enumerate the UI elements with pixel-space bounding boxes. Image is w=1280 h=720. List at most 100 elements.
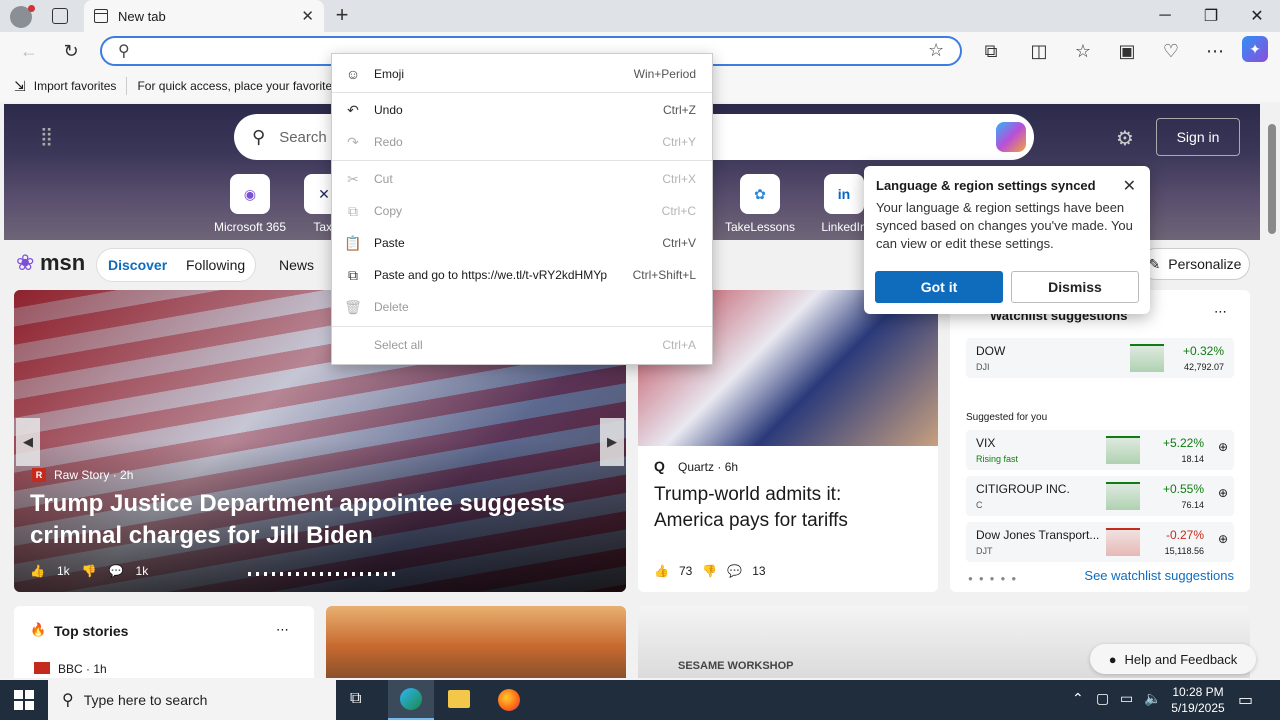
watchlist-card: Watchlist suggestions ⋯ DOW DJI +0.32% 4… [950, 290, 1250, 592]
add-stock-icon[interactable]: ⊕ [1218, 532, 1228, 546]
tab-news[interactable]: News [279, 257, 314, 273]
watchlist-row[interactable]: DOW DJI +0.32% 42,792.07 [966, 338, 1234, 378]
scrollbar-thumb[interactable] [1268, 124, 1276, 234]
firefox-icon[interactable] [498, 689, 520, 711]
favorites-icon[interactable]: ☆ [1068, 36, 1098, 66]
back-icon[interactable]: ← [14, 36, 44, 66]
dislike-icon[interactable]: 👎 [82, 564, 97, 578]
volume-icon[interactable]: 🔈 [1144, 690, 1161, 707]
menu-item-select-all: Select all Ctrl+A [332, 330, 712, 360]
menu-item-undo[interactable]: ↶ Undo Ctrl+Z [332, 95, 712, 125]
copilot-search-icon[interactable] [996, 122, 1026, 152]
watchlist-more-icon[interactable]: ⋯ [1214, 304, 1227, 320]
taskbar: ⚲ Type here to search ⧉ ⌃ ▢ ▭ 🔈 10:28 PM… [0, 680, 1280, 720]
watchlist-row[interactable]: CITIGROUP INC. C +0.55% 76.14 ⊕ [966, 476, 1234, 516]
menu-item-shortcut: Ctrl+Y [662, 135, 696, 149]
tab-new-tab[interactable]: New tab ✕ [84, 0, 324, 32]
comment-icon[interactable]: 💬 [109, 564, 124, 578]
taskbar-search-box[interactable]: ⚲ Type here to search [48, 680, 336, 720]
notifications-icon[interactable]: ▭ [1238, 690, 1253, 710]
task-view-icon[interactable]: ⧉ [350, 690, 361, 708]
tab-following[interactable]: Following [186, 257, 245, 273]
new-tab-button[interactable]: + [330, 2, 354, 28]
story-source: Raw Story · 2h [54, 468, 134, 482]
menu-item-paste-and-go[interactable]: ⧉ Paste and go to https://we.tl/t-vRY2kd… [332, 260, 712, 290]
network-icon[interactable]: ▭ [1120, 690, 1133, 707]
close-tab-icon[interactable]: ✕ [301, 7, 314, 25]
edge-taskbar-icon[interactable] [388, 680, 434, 720]
copilot-icon[interactable]: ✦ [1242, 36, 1268, 62]
source-logo-icon: R [32, 468, 46, 482]
import-favorites-link[interactable]: Import favorites [34, 79, 117, 93]
top-stories-more-icon[interactable]: ⋯ [276, 622, 289, 638]
performance-icon[interactable]: ♡ [1156, 36, 1186, 66]
top-source-age: 1h [93, 662, 107, 676]
menu-item-paste[interactable]: 📋 Paste Ctrl+V [332, 228, 712, 258]
watchlist-row[interactable]: Dow Jones Transport... DJT -0.27% 15,118… [966, 522, 1234, 562]
quicklink-takelessons[interactable]: ✿ TakeLessons [718, 174, 802, 234]
restore-button[interactable]: ❐ [1188, 0, 1234, 32]
stock-ticker: C [976, 500, 983, 510]
more-menu-icon[interactable]: ⋯ [1200, 36, 1230, 66]
extensions-icon[interactable]: ⧉ [976, 36, 1006, 66]
split-screen-icon[interactable]: ◫ [1024, 36, 1054, 66]
carousel-next-button[interactable]: ▶ [600, 418, 624, 466]
see-watchlist-link[interactable]: See watchlist suggestions [1084, 568, 1234, 583]
taskbar-search-icon: ⚲ [62, 692, 74, 709]
settings-gear-icon[interactable]: ⚙ [1116, 126, 1134, 151]
menu-item-label: Select all [374, 338, 423, 352]
tab-discover[interactable]: Discover [108, 257, 167, 273]
bbc-logo-icon [34, 662, 50, 674]
quicklink-microsoft365[interactable]: ◉ Microsoft 365 [208, 174, 292, 234]
tray-device-icon[interactable]: ▢ [1096, 690, 1109, 707]
apps-grid-icon[interactable]: ⣿ [40, 126, 53, 147]
menu-item-redo: ↷ Redo Ctrl+Y [332, 127, 712, 157]
file-explorer-icon[interactable] [448, 690, 470, 708]
close-popup-icon[interactable]: ✕ [1123, 176, 1136, 196]
refresh-icon[interactable]: ↻ [56, 36, 86, 66]
personalize-button[interactable]: ✎ Personalize [1140, 248, 1250, 280]
import-favorites-icon: ⇲ [14, 77, 26, 94]
got-it-button[interactable]: Got it [875, 271, 1003, 303]
menu-item-emoji[interactable]: ☺ Emoji Win+Period [332, 59, 712, 89]
watchlist-row[interactable]: VIX Rising fast +5.22% 18.14 ⊕ [966, 430, 1234, 470]
menu-item-label: Emoji [374, 67, 405, 81]
menu-item-label: Redo [374, 135, 403, 149]
trash-icon: 🗑 [344, 298, 362, 315]
like-icon[interactable]: 👍 [654, 564, 669, 578]
add-stock-icon[interactable]: ⊕ [1218, 440, 1228, 454]
add-stock-icon[interactable]: ⊕ [1218, 486, 1228, 500]
stock-name: DOW [976, 344, 1006, 358]
carousel-prev-button[interactable]: ◀ [16, 418, 40, 466]
web-search-placeholder: Search [279, 128, 327, 146]
tab-actions-icon[interactable] [52, 8, 68, 24]
tray-chevron-icon[interactable]: ⌃ [1072, 690, 1084, 707]
side-story-headline[interactable]: Trump-world admits it: America pays for … [654, 482, 914, 534]
menu-item-copy: ⧉ Copy Ctrl+C [332, 196, 712, 226]
minimize-button[interactable]: ─ [1142, 0, 1188, 32]
page-scrollbar[interactable] [1264, 102, 1280, 678]
favorites-hint: For quick access, place your favorite [137, 79, 333, 93]
dislike-icon[interactable]: 👎 [702, 564, 717, 578]
menu-item-shortcut: Ctrl+V [662, 236, 696, 250]
favorite-star-icon[interactable]: ☆ [928, 40, 944, 61]
comment-icon[interactable]: 💬 [727, 564, 742, 578]
windows-start-icon[interactable] [14, 690, 34, 710]
menu-item-label: Paste [374, 236, 405, 250]
sign-in-button[interactable]: Sign in [1156, 118, 1240, 156]
clock[interactable]: 10:28 PM 5/19/2025 [1166, 684, 1230, 716]
collections-icon[interactable]: ▣ [1112, 36, 1142, 66]
menu-item-shortcut: Win+Period [633, 67, 696, 81]
sesame-label: SESAME WORKSHOP [678, 660, 794, 672]
context-menu: ☺ Emoji Win+Period ↶ Undo Ctrl+Z ↷ Redo … [331, 53, 713, 365]
close-window-button[interactable]: ✕ [1234, 0, 1280, 32]
like-icon[interactable]: 👍 [30, 564, 45, 578]
canyon-story-card[interactable] [326, 606, 626, 678]
dismiss-button[interactable]: Dismiss [1011, 271, 1139, 303]
story-headline[interactable]: Trump Justice Department appointee sugge… [30, 488, 590, 552]
help-feedback-button[interactable]: ● Help and Feedback [1090, 644, 1256, 674]
stock-ticker: Rising fast [976, 454, 1019, 464]
linkedin-icon: in [824, 174, 864, 214]
stock-price: 42,792.07 [1183, 362, 1224, 372]
taskbar-search-placeholder: Type here to search [83, 692, 208, 708]
